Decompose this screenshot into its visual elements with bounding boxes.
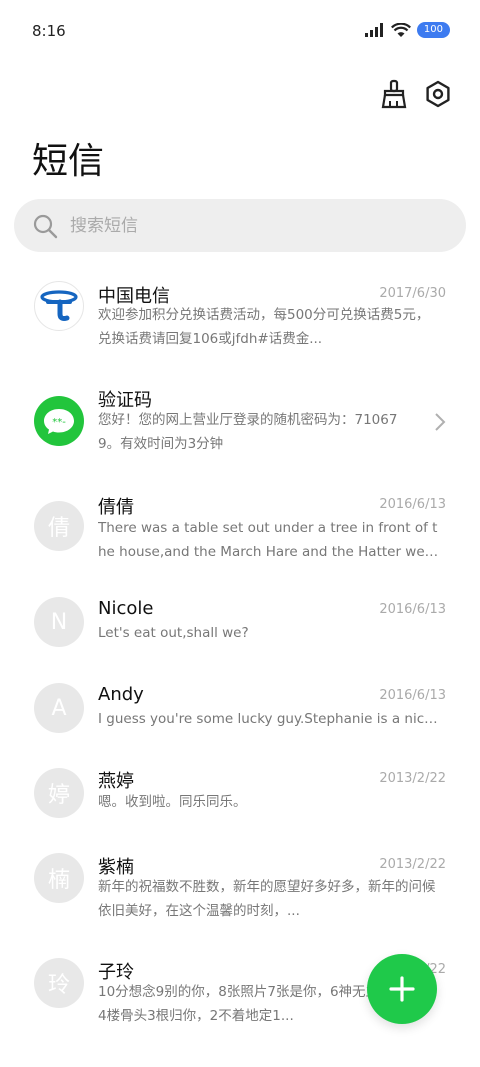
status-icons: 100 — [364, 22, 450, 38]
message-preview: I guess you're some lucky guy.Stephanie … — [98, 711, 433, 727]
status-time: 8:16 — [32, 22, 66, 40]
china-telecom-logo-icon — [40, 290, 78, 321]
avatar — [34, 281, 84, 331]
avatar: **- — [34, 396, 84, 446]
conversation-item[interactable]: 倩 倩倩 2016/6/13 There was a table set out… — [0, 483, 480, 583]
chevron-right-icon — [435, 413, 446, 431]
signal-icon — [364, 23, 383, 37]
message-date: 2013/2/22 — [379, 771, 446, 786]
message-date: 2016/6/13 — [379, 602, 446, 617]
avatar: A — [34, 683, 84, 733]
new-message-button[interactable] — [367, 954, 437, 1024]
sender-name: Andy — [98, 684, 144, 705]
svg-text:**-: **- — [52, 417, 66, 428]
avatar: 楠 — [34, 853, 84, 903]
conversation-item[interactable]: 中国电信 2017/6/30 欢迎参加积分兑换话费活动，每500分可兑换话费5元… — [0, 268, 480, 368]
conversation-item[interactable]: 婷 燕婷 2013/2/22 嗯。收到啦。同乐同乐。 — [0, 763, 480, 843]
message-preview: There was a table set out under a tree i… — [98, 520, 439, 560]
broom-icon — [381, 79, 407, 109]
message-preview: 欢迎参加积分兑换话费活动，每500分可兑换话费5元，兑换话费请回复106或jfd… — [98, 307, 430, 347]
page-title: 短信 — [32, 141, 105, 182]
settings-button[interactable] — [422, 78, 454, 110]
search-bar[interactable] — [14, 199, 466, 252]
message-preview: 新年的祝福数不胜数，新年的愿望好多好多，新年的问候依旧美好，在这个温馨的时刻，.… — [98, 879, 436, 919]
conversation-item[interactable]: 楠 紫楠 2013/2/22 新年的祝福数不胜数，新年的愿望好多好多，新年的问候… — [0, 853, 480, 953]
conversation-item[interactable]: N Nicole 2016/6/13 Let's eat out,shall w… — [0, 590, 480, 670]
search-input[interactable] — [68, 214, 432, 237]
avatar: 玲 — [34, 958, 84, 1008]
battery-indicator: 100 — [416, 22, 450, 38]
avatar: 婷 — [34, 768, 84, 818]
search-icon — [33, 214, 58, 238]
message-date: 2017/6/30 — [379, 286, 446, 301]
sender-name: Nicole — [98, 598, 154, 619]
chat-bubble-icon: **- — [44, 409, 74, 434]
clean-button[interactable] — [378, 78, 410, 110]
avatar: 倩 — [34, 501, 84, 551]
message-preview: Let's eat out,shall we? — [98, 625, 249, 641]
message-date: 2013/2/22 — [379, 857, 446, 872]
wifi-icon — [390, 22, 411, 37]
plus-icon — [389, 976, 415, 1002]
message-preview: 您好！您的网上营业厅登录的随机密码为：710679。有效时间为3分钟 — [98, 412, 398, 452]
message-preview: 嗯。收到啦。同乐同乐。 — [98, 794, 247, 810]
conversation-item[interactable]: A Andy 2016/6/13 I guess you're some luc… — [0, 676, 480, 756]
message-date: 2016/6/13 — [379, 497, 446, 512]
status-bar: 8:16 100 — [0, 0, 480, 66]
conversation-item[interactable]: **- 验证码 您好！您的网上营业厅登录的随机密码为：710679。有效时间为3… — [0, 378, 480, 478]
settings-icon — [426, 80, 450, 108]
avatar: N — [34, 597, 84, 647]
message-date: 2016/6/13 — [379, 688, 446, 703]
